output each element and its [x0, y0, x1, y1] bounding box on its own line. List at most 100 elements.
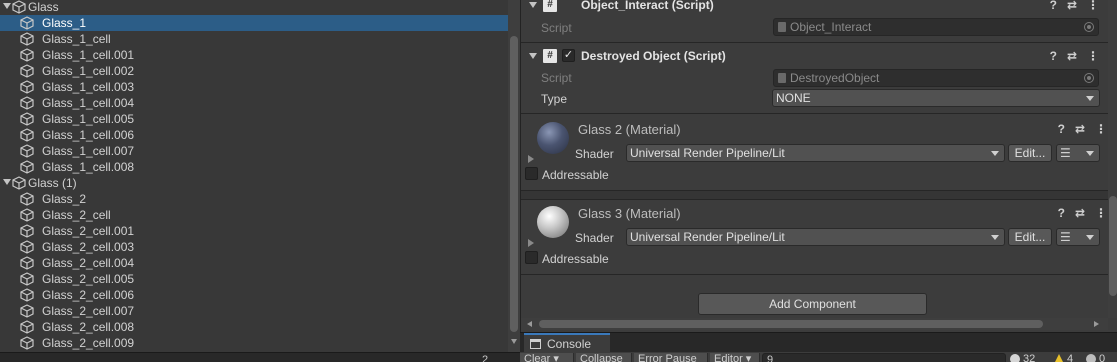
scroll-down-icon[interactable]: [511, 339, 517, 344]
menu-icon[interactable]: ⋮: [1095, 122, 1107, 136]
hierarchy-item[interactable]: Glass_2_cell.006: [0, 287, 508, 303]
hierarchy-item-label: Glass_1_cell.001: [42, 48, 135, 62]
hierarchy-scrollbar[interactable]: [508, 0, 520, 352]
scroll-right-icon[interactable]: [1094, 321, 1099, 327]
gameobject-cube-icon: [20, 112, 34, 126]
hierarchy-item[interactable]: Glass_1_cell.008: [0, 159, 508, 175]
clear-button[interactable]: Clear ▾: [520, 353, 574, 362]
info-count-toggle[interactable]: 32: [1010, 353, 1035, 362]
object-picker-icon[interactable]: [1084, 22, 1094, 32]
gameobject-cube-icon: [20, 64, 34, 78]
hierarchy-item[interactable]: Glass_2_cell.004: [0, 255, 508, 271]
hierarchy-item[interactable]: Glass_1_cell.004: [0, 95, 508, 111]
edit-shader-button[interactable]: Edit...: [1008, 144, 1052, 162]
hierarchy-item[interactable]: Glass_1: [0, 15, 508, 31]
menu-icon[interactable]: ⋮: [1087, 0, 1099, 12]
hierarchy-footer-count: 2: [482, 354, 489, 362]
hierarchy-item-label: Glass: [28, 0, 59, 14]
shader-options-dropdown[interactable]: ☰: [1056, 144, 1100, 162]
help-icon[interactable]: ?: [1058, 122, 1065, 136]
presets-icon[interactable]: ⇄: [1075, 122, 1085, 136]
addressable-label: Addressable: [542, 168, 609, 182]
error-pause-button[interactable]: Error Pause: [634, 353, 708, 362]
scroll-left-icon[interactable]: [527, 321, 532, 327]
inspector-horizontal-scrollbar[interactable]: [521, 318, 1108, 330]
help-icon[interactable]: ?: [1050, 0, 1057, 12]
shader-dropdown[interactable]: Universal Render Pipeline/Lit: [626, 144, 1005, 162]
hierarchy-item-label: Glass_2_cell.004: [42, 256, 135, 270]
hierarchy-item[interactable]: Glass_2_cell: [0, 207, 508, 223]
menu-icon[interactable]: ⋮: [1087, 49, 1099, 63]
material-preview-icon[interactable]: [537, 122, 569, 154]
hierarchy-item[interactable]: Glass_1_cell: [0, 31, 508, 47]
foldout-arrow-icon[interactable]: [529, 2, 537, 8]
object-picker-icon[interactable]: [1084, 73, 1094, 83]
destroyed-object-header[interactable]: # ✓ Destroyed Object (Script) ? ⇄ ⋮: [521, 45, 1109, 67]
component-enabled-checkbox[interactable]: ✓: [562, 49, 575, 62]
hierarchy-item[interactable]: Glass_2_cell.005: [0, 271, 508, 287]
tab-console[interactable]: Console: [524, 333, 610, 353]
hierarchy-item-label: Glass_1_cell.008: [42, 160, 135, 174]
hierarchy-item[interactable]: Glass_1_cell.007: [0, 143, 508, 159]
hierarchy-scroll-thumb[interactable]: [510, 36, 518, 332]
hierarchy-item[interactable]: Glass_1_cell.006: [0, 127, 508, 143]
editor-dropdown[interactable]: Editor ▾: [710, 353, 760, 362]
expand-arrow-icon[interactable]: [3, 179, 11, 185]
hierarchy-item[interactable]: Glass_1_cell.002: [0, 63, 508, 79]
hierarchy-item[interactable]: Glass_1_cell.003: [0, 79, 508, 95]
hierarchy-item[interactable]: Glass (1): [0, 175, 508, 191]
script-field[interactable]: DestroyedObject: [773, 69, 1099, 87]
expand-arrow-icon[interactable]: [3, 3, 11, 9]
addressable-checkbox[interactable]: [525, 167, 538, 180]
console-search-input[interactable]: 9: [762, 353, 1006, 362]
script-icon: #: [543, 0, 557, 12]
hierarchy-item-label: Glass (1): [28, 176, 77, 190]
help-icon[interactable]: ?: [1050, 49, 1057, 63]
error-count-toggle[interactable]: 0: [1086, 353, 1105, 362]
gameobject-cube-icon: [20, 272, 34, 286]
hierarchy-item[interactable]: Glass_2_cell.008: [0, 319, 508, 335]
type-dropdown[interactable]: NONE: [772, 89, 1100, 107]
hierarchy-item-label: Glass_2_cell.009: [42, 336, 135, 350]
script-field[interactable]: Object_Interact: [773, 18, 1099, 36]
console-tab-label: Console: [547, 337, 592, 351]
gameobject-cube-icon: [20, 32, 34, 46]
gameobject-cube-icon: [20, 128, 34, 142]
foldout-arrow-icon[interactable]: [529, 53, 537, 59]
material-foldout-icon[interactable]: [528, 239, 534, 247]
help-icon[interactable]: ?: [1058, 206, 1065, 220]
inspector-vertical-scroll-thumb[interactable]: [1109, 196, 1117, 296]
add-component-button[interactable]: Add Component: [698, 293, 927, 315]
hierarchy-item[interactable]: Glass_2_cell.001: [0, 223, 508, 239]
warning-count-toggle[interactable]: 4: [1054, 353, 1073, 362]
material-foldout-icon[interactable]: [528, 155, 534, 163]
hierarchy-item[interactable]: Glass_2_cell.003: [0, 239, 508, 255]
material-title: Glass 3 (Material): [578, 206, 681, 221]
hierarchy-item-label: Glass_1_cell.005: [42, 112, 135, 126]
inspector-horizontal-scroll-thumb[interactable]: [539, 320, 1043, 328]
hierarchy-item[interactable]: Glass_1_cell.005: [0, 111, 508, 127]
inspector-vertical-scrollbar[interactable]: [1108, 0, 1117, 318]
hierarchy-item-label: Glass_1_cell.006: [42, 128, 135, 142]
gameobject-cube-icon: [12, 176, 26, 190]
menu-icon[interactable]: ⋮: [1095, 206, 1107, 220]
material-preview-icon[interactable]: [537, 206, 569, 238]
hierarchy-item[interactable]: Glass_1_cell.001: [0, 47, 508, 63]
hierarchy-item[interactable]: Glass_2_cell.009: [0, 335, 508, 351]
material-header-icons: ? ⇄ ⋮: [1058, 206, 1107, 220]
shader-options-dropdown[interactable]: ☰: [1056, 228, 1100, 246]
hierarchy-item[interactable]: Glass_2: [0, 191, 508, 207]
hierarchy-item[interactable]: Glass_2_cell.007: [0, 303, 508, 319]
shader-dropdown[interactable]: Universal Render Pipeline/Lit: [626, 228, 1005, 246]
script-field-value: DestroyedObject: [790, 71, 880, 85]
object-interact-header[interactable]: # Object_Interact (Script) ? ⇄ ⋮: [521, 0, 1109, 16]
presets-icon[interactable]: ⇄: [1075, 206, 1085, 220]
presets-icon[interactable]: ⇄: [1067, 49, 1077, 63]
addressable-checkbox[interactable]: [525, 251, 538, 264]
chevron-down-icon: [1086, 235, 1094, 240]
collapse-button[interactable]: Collapse: [576, 353, 632, 362]
object-interact-title: Object_Interact (Script): [581, 0, 714, 12]
presets-icon[interactable]: ⇄: [1067, 0, 1077, 12]
edit-shader-button[interactable]: Edit...: [1008, 228, 1052, 246]
hierarchy-item[interactable]: Glass: [0, 0, 508, 15]
